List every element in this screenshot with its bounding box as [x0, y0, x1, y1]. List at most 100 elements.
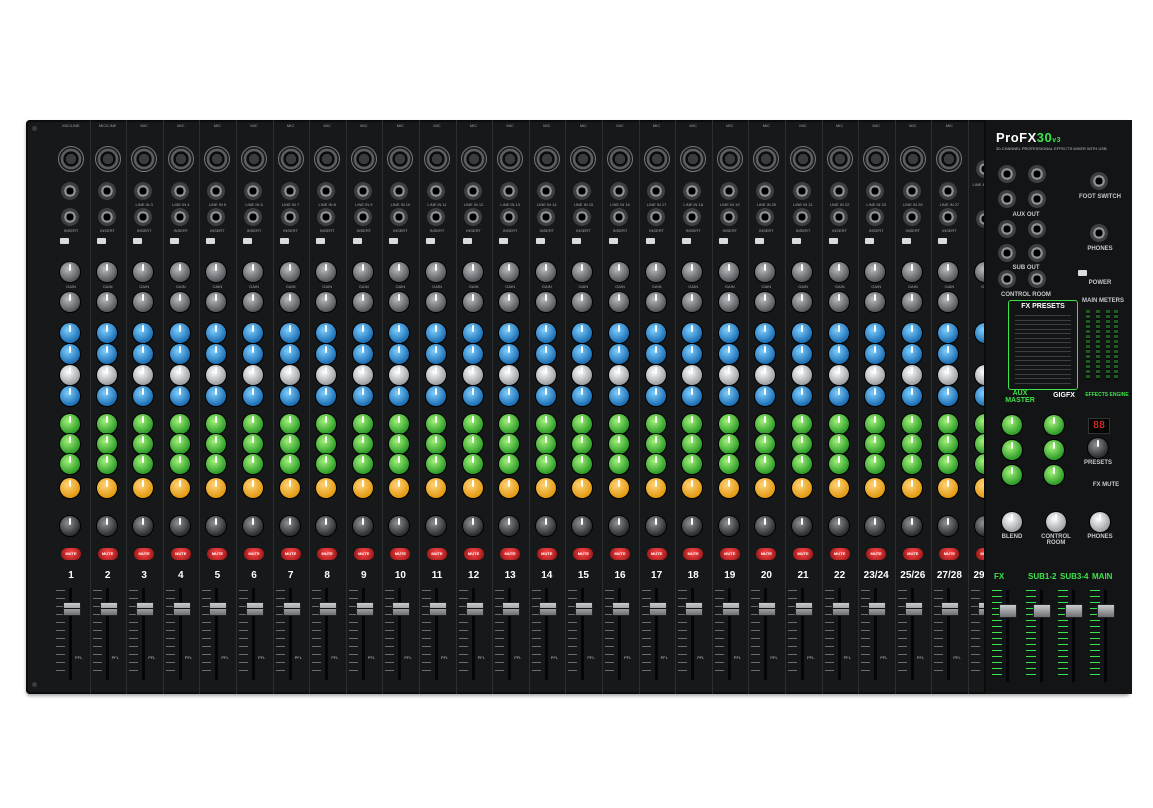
knob-icon[interactable] — [279, 454, 300, 474]
knob-icon[interactable] — [901, 344, 922, 364]
knob-icon[interactable] — [938, 292, 959, 312]
knob-icon[interactable] — [426, 386, 446, 406]
insert-jack-icon[interactable] — [207, 208, 226, 226]
mute-button[interactable]: MUTE — [719, 548, 740, 560]
low-cut-switch[interactable] — [243, 238, 252, 244]
knob-icon[interactable] — [316, 344, 337, 364]
phones-knob[interactable] — [1090, 512, 1110, 532]
low-cut-switch[interactable] — [426, 238, 435, 244]
knob-icon[interactable] — [865, 344, 886, 364]
knob-icon[interactable] — [389, 454, 410, 474]
aux-out-jack-4[interactable] — [1028, 190, 1046, 208]
knob-icon[interactable] — [682, 323, 703, 343]
knob-icon[interactable] — [133, 434, 154, 454]
knob-icon[interactable] — [682, 454, 703, 474]
knob-icon[interactable] — [462, 323, 483, 343]
fader-icon[interactable] — [502, 602, 521, 616]
knob-icon[interactable] — [426, 478, 446, 498]
knob-icon[interactable] — [60, 434, 80, 454]
knob-icon[interactable] — [499, 478, 520, 498]
aux-master-knob-2[interactable] — [1002, 440, 1022, 460]
knob-icon[interactable] — [279, 516, 300, 536]
fader-icon[interactable] — [868, 602, 887, 616]
knob-icon[interactable] — [535, 323, 556, 343]
knob-icon[interactable] — [206, 478, 227, 498]
knob-icon[interactable] — [718, 262, 739, 282]
knob-icon[interactable] — [828, 516, 849, 536]
knob-icon[interactable] — [645, 386, 666, 406]
mute-button[interactable]: MUTE — [134, 548, 155, 560]
knob-icon[interactable] — [462, 516, 483, 536]
fader-icon[interactable] — [99, 602, 118, 616]
knob-icon[interactable] — [828, 344, 849, 364]
knob-icon[interactable] — [609, 478, 629, 498]
knob-icon[interactable] — [682, 414, 703, 434]
knob-icon[interactable] — [572, 386, 593, 406]
xlr-jack-icon[interactable] — [936, 146, 963, 172]
knob-icon[interactable] — [755, 478, 776, 498]
knob-icon[interactable] — [462, 262, 483, 282]
knob-icon[interactable] — [901, 323, 922, 343]
knob-icon[interactable] — [535, 478, 556, 498]
knob-icon[interactable] — [938, 386, 959, 406]
xlr-jack-icon[interactable] — [350, 146, 377, 172]
knob-icon[interactable] — [865, 386, 886, 406]
group-fader-icon[interactable] — [1033, 604, 1051, 618]
knob-icon[interactable] — [499, 292, 520, 312]
knob-icon[interactable] — [755, 323, 776, 343]
knob-icon[interactable] — [755, 386, 776, 406]
knob-icon[interactable] — [645, 344, 666, 364]
trs-jack-icon[interactable] — [61, 182, 79, 200]
knob-icon[interactable] — [96, 323, 117, 343]
knob-icon[interactable] — [426, 516, 446, 536]
knob-icon[interactable] — [755, 292, 776, 312]
knob-icon[interactable] — [133, 323, 154, 343]
sub-out-jack-4[interactable] — [1028, 244, 1046, 262]
xlr-jack-icon[interactable] — [643, 146, 670, 172]
knob-icon[interactable] — [352, 323, 373, 343]
knob-icon[interactable] — [901, 414, 922, 434]
knob-icon[interactable] — [426, 434, 446, 454]
trs-jack-icon[interactable] — [97, 182, 116, 200]
xlr-jack-icon[interactable] — [424, 146, 450, 172]
knob-icon[interactable] — [755, 516, 776, 536]
knob-icon[interactable] — [133, 414, 154, 434]
fader-icon[interactable] — [355, 602, 374, 616]
mute-button[interactable]: MUTE — [170, 548, 191, 560]
knob-icon[interactable] — [609, 365, 629, 385]
fader-icon[interactable] — [63, 602, 81, 616]
knob-icon[interactable] — [462, 478, 483, 498]
knob-icon[interactable] — [792, 365, 812, 385]
knob-icon[interactable] — [755, 262, 776, 282]
mute-button[interactable]: MUTE — [683, 548, 704, 560]
knob-icon[interactable] — [645, 323, 666, 343]
knob-icon[interactable] — [169, 365, 190, 385]
knob-icon[interactable] — [96, 478, 117, 498]
knob-icon[interactable] — [206, 365, 227, 385]
knob-icon[interactable] — [169, 414, 190, 434]
insert-jack-icon[interactable] — [793, 208, 811, 226]
knob-icon[interactable] — [828, 323, 849, 343]
aux-master-knob-1[interactable] — [1002, 415, 1022, 435]
knob-icon[interactable] — [645, 478, 666, 498]
knob-icon[interactable] — [535, 414, 556, 434]
insert-jack-icon[interactable] — [463, 208, 482, 226]
insert-jack-icon[interactable] — [866, 208, 885, 226]
knob-icon[interactable] — [462, 292, 483, 312]
knob-icon[interactable] — [206, 323, 227, 343]
knob-icon[interactable] — [609, 292, 629, 312]
knob-icon[interactable] — [316, 414, 337, 434]
knob-icon[interactable] — [133, 365, 154, 385]
knob-icon[interactable] — [718, 386, 739, 406]
knob-icon[interactable] — [682, 516, 703, 536]
fader-icon[interactable] — [612, 602, 630, 616]
mute-button[interactable]: MUTE — [500, 548, 521, 560]
aux-out-jack-1[interactable] — [998, 165, 1016, 183]
knob-icon[interactable] — [279, 478, 300, 498]
knob-icon[interactable] — [279, 365, 300, 385]
knob-icon[interactable] — [499, 454, 520, 474]
xlr-jack-icon[interactable] — [241, 146, 267, 172]
mute-button[interactable]: MUTE — [536, 548, 557, 560]
knob-icon[interactable] — [462, 365, 483, 385]
knob-icon[interactable] — [938, 365, 959, 385]
